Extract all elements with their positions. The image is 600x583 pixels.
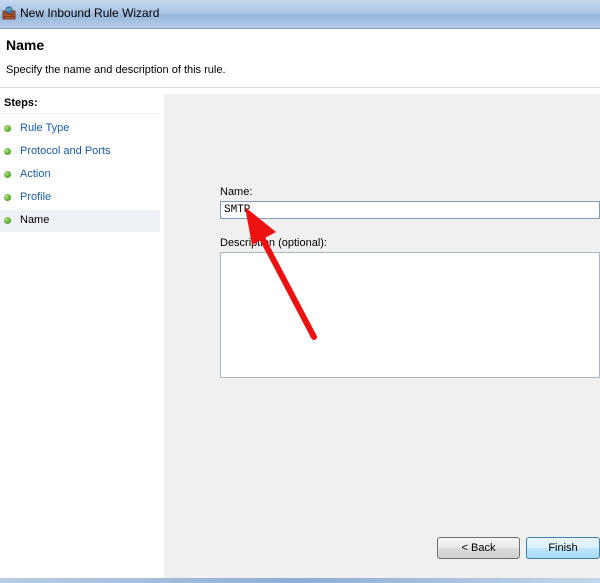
step-name: Name [0,210,160,232]
title-bar[interactable]: New Inbound Rule Wizard [0,0,600,29]
step-label: Name [20,214,50,226]
content-pane: Name: Description (optional): < Back Fin… [164,94,600,580]
steps-title: Steps: [4,97,38,109]
green-dot-icon [4,125,11,132]
step-protocol-and-ports[interactable]: Protocol and Ports [0,141,160,163]
step-rule-type[interactable]: Rule Type [0,118,160,140]
step-label: Rule Type [20,122,70,134]
steps-divider [0,113,160,114]
steps-pane: Steps: Rule Type Protocol and Ports Acti… [0,88,164,580]
page-subtitle: Specify the name and description of this… [6,64,226,76]
green-dot-icon [4,217,11,224]
description-textarea[interactable] [220,252,600,378]
window-bottom-edge [0,578,600,583]
name-input[interactable] [220,201,600,219]
green-dot-icon [4,194,11,201]
step-profile[interactable]: Profile [0,187,160,209]
green-dot-icon [4,171,11,178]
step-label: Action [20,168,51,180]
wizard-window: New Inbound Rule Wizard Name Specify the… [0,0,600,583]
green-dot-icon [4,148,11,155]
step-action[interactable]: Action [0,164,160,186]
description-label: Description (optional): [220,237,327,249]
finish-button[interactable]: Finish [526,537,600,559]
page-title: Name [6,37,45,53]
wizard-header: Name Specify the name and description of… [0,29,600,87]
step-label: Protocol and Ports [20,145,111,157]
name-label: Name: [220,186,253,198]
back-button[interactable]: < Back [437,537,520,559]
firewall-icon [2,6,16,20]
step-label: Profile [20,191,52,203]
window-title: New Inbound Rule Wizard [20,6,160,20]
